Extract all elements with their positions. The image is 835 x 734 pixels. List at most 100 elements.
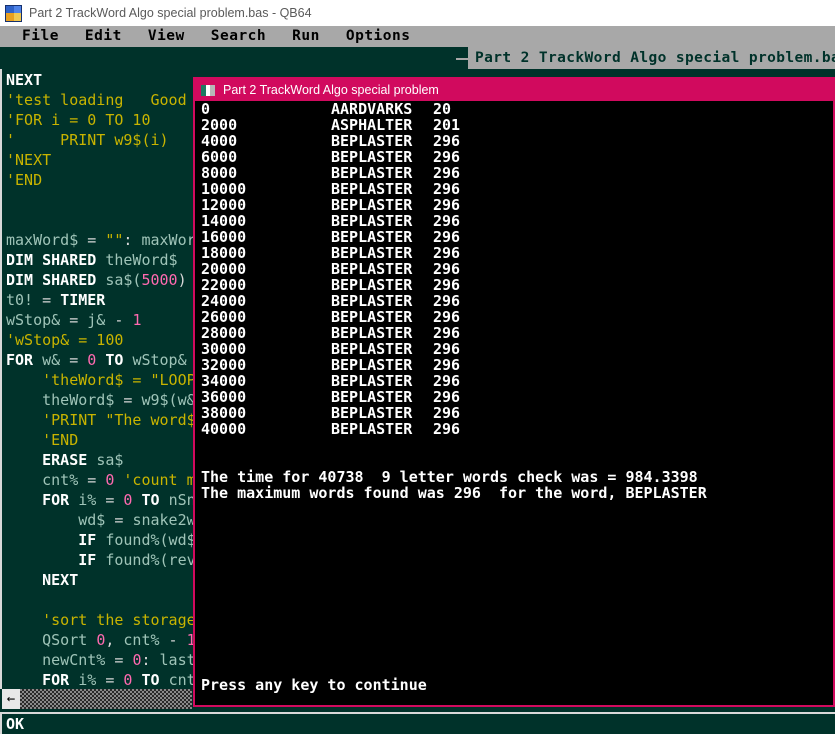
console-cell-count: 296 xyxy=(433,212,461,230)
menu-run[interactable]: Run xyxy=(292,26,320,47)
console-row: 26000 BEPLASTER 296 xyxy=(201,309,833,325)
console-press-any-key-prompt: Press any key to continue xyxy=(201,676,427,694)
console-row: 20000 BEPLASTER 296 xyxy=(201,261,833,277)
console-cell-word: BEPLASTER xyxy=(331,148,413,166)
console-cell-count: 296 xyxy=(433,388,461,406)
console-row: 18000 BEPLASTER 296 xyxy=(201,245,833,261)
console-cell-word: BEPLASTER xyxy=(331,388,413,406)
menu-view[interactable]: View xyxy=(148,26,185,47)
console-cell-word: BEPLASTER xyxy=(331,356,413,374)
console-cell-count: 296 xyxy=(433,324,461,342)
console-cell-word: BEPLASTER xyxy=(331,196,413,214)
console-cell-count: 296 xyxy=(433,132,461,150)
scroll-left-arrow-icon[interactable]: ← xyxy=(2,689,20,709)
console-row: 2000 ASPHALTER 201 xyxy=(201,117,833,133)
console-cell-word: BEPLASTER xyxy=(331,180,413,198)
console-cell-count: 296 xyxy=(433,196,461,214)
console-cell-word: BEPLASTER xyxy=(331,132,413,150)
console-cell-count: 296 xyxy=(433,420,461,438)
immediate-status-text: OK xyxy=(6,715,25,733)
console-row: 12000 BEPLASTER 296 xyxy=(201,197,833,213)
program-output-window[interactable]: Part 2 TrackWord Algo special problem 0 A… xyxy=(193,77,835,707)
console-cell-count: 296 xyxy=(433,340,461,358)
menu-search[interactable]: Search xyxy=(211,26,266,47)
file-tab[interactable]: Part 2 TrackWord Algo special problem.ba… xyxy=(468,47,835,69)
console-summary-time: The time for 40738 9 letter words check … xyxy=(201,468,698,486)
os-window-titlebar: Part 2 TrackWord Algo special problem.ba… xyxy=(0,0,835,26)
console-cell-index: 12000 xyxy=(201,196,247,214)
console-cell-word: BEPLASTER xyxy=(331,244,413,262)
menu-bar: File Edit View Search Run Options xyxy=(0,26,835,47)
console-cell-count: 296 xyxy=(433,372,461,390)
console-row: 34000 BEPLASTER 296 xyxy=(201,373,833,389)
console-cell-word: BEPLASTER xyxy=(331,276,413,294)
scrollbar-track[interactable] xyxy=(20,689,192,709)
console-cell-count: 296 xyxy=(433,164,461,182)
console-row: 14000 BEPLASTER 296 xyxy=(201,213,833,229)
console-cell-index: 34000 xyxy=(201,372,247,390)
console-cell-index: 18000 xyxy=(201,244,247,262)
menu-file[interactable]: File xyxy=(22,26,59,47)
console-cell-index: 14000 xyxy=(201,212,247,230)
console-cell-index: 26000 xyxy=(201,308,247,326)
console-cell-count: 20 xyxy=(433,100,452,118)
console-cell-index: 6000 xyxy=(201,148,238,166)
console-cell-index: 0 xyxy=(201,100,211,118)
console-row: 10000 BEPLASTER 296 xyxy=(201,181,833,197)
os-window-title: Part 2 TrackWord Algo special problem.ba… xyxy=(29,6,312,20)
console-cell-word: BEPLASTER xyxy=(331,308,413,326)
console-cell-word: ASPHALTER xyxy=(331,116,413,134)
console-cell-index: 24000 xyxy=(201,292,247,310)
console-cell-word: BEPLASTER xyxy=(331,164,413,182)
console-cell-count: 296 xyxy=(433,404,461,422)
console-cell-word: AARDVARKS xyxy=(331,100,413,118)
console-summary-max: The maximum words found was 296 for the … xyxy=(201,484,707,502)
console-row: 8000 BEPLASTER 296 xyxy=(201,165,833,181)
console-cell-index: 22000 xyxy=(201,276,247,294)
console-cell-index: 20000 xyxy=(201,260,247,278)
console-row: 30000 BEPLASTER 296 xyxy=(201,341,833,357)
console-cell-count: 296 xyxy=(433,356,461,374)
console-cell-index: 10000 xyxy=(201,180,247,198)
console-row: 4000 BEPLASTER 296 xyxy=(201,133,833,149)
console-cell-word: BEPLASTER xyxy=(331,324,413,342)
console-cell-word: BEPLASTER xyxy=(331,292,413,310)
console-cell-count: 296 xyxy=(433,228,461,246)
console-cell-index: 8000 xyxy=(201,164,238,182)
console-row: 24000 BEPLASTER 296 xyxy=(201,293,833,309)
console-row: 16000 BEPLASTER 296 xyxy=(201,229,833,245)
console-cell-count: 296 xyxy=(433,260,461,278)
horizontal-scrollbar[interactable]: ← xyxy=(2,689,192,709)
console-cell-index: 32000 xyxy=(201,356,247,374)
console-output: 0 AARDVARKS 20 2000 ASPHALTER 201 4000 BEPLASTE… xyxy=(195,101,833,693)
console-cell-index: 28000 xyxy=(201,324,247,342)
console-cell-word: BEPLASTER xyxy=(331,212,413,230)
console-cell-word: BEPLASTER xyxy=(331,260,413,278)
immediate-window[interactable]: OK xyxy=(0,714,835,734)
console-cell-count: 296 xyxy=(433,292,461,310)
console-cell-index: 4000 xyxy=(201,132,238,150)
console-cell-index: 30000 xyxy=(201,340,247,358)
menu-edit[interactable]: Edit xyxy=(85,26,122,47)
console-row: 36000 BEPLASTER 296 xyxy=(201,389,833,405)
console-cell-word: BEPLASTER xyxy=(331,372,413,390)
console-cell-count: 201 xyxy=(433,116,461,134)
console-cell-count: 296 xyxy=(433,308,461,326)
console-app-icon xyxy=(201,84,215,96)
console-cell-word: BEPLASTER xyxy=(331,340,413,358)
console-cell-index: 38000 xyxy=(201,404,247,422)
menu-options[interactable]: Options xyxy=(346,26,411,47)
console-cell-word: BEPLASTER xyxy=(331,404,413,422)
console-row: 38000 BEPLASTER 296 xyxy=(201,405,833,421)
console-cell-word: BEPLASTER xyxy=(331,420,413,438)
console-cell-index: 2000 xyxy=(201,116,238,134)
